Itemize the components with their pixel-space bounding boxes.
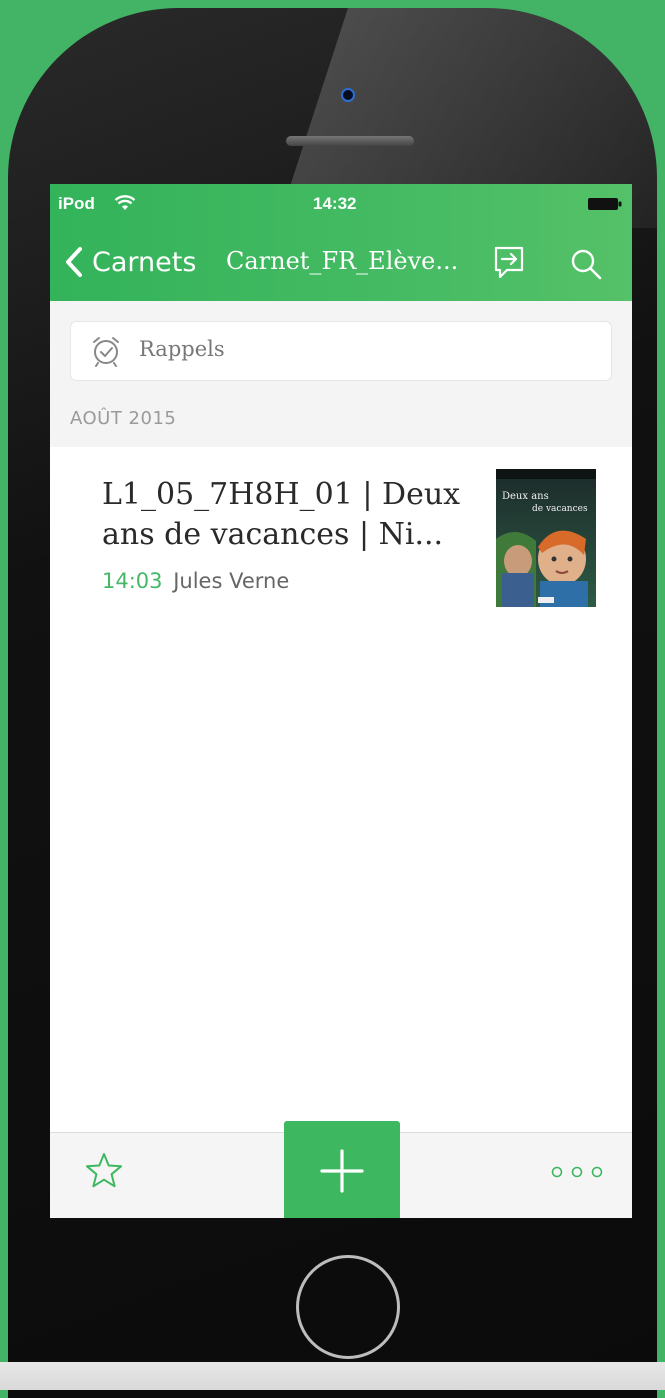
wifi-icon [114, 195, 136, 210]
nav-bar: Carnets Carnet_FR_Elève... [50, 224, 632, 301]
battery-icon [588, 198, 622, 210]
note-list-item[interactable]: L1_05_7H8H_01 | Deux ans de vacances | N… [50, 447, 632, 627]
star-icon[interactable] [84, 1151, 124, 1191]
note-time: 14:03 [102, 569, 163, 593]
app-header: iPod 14:32 Carnets Carnet_FR_Elève... [50, 184, 632, 301]
status-bar: iPod 14:32 [50, 184, 632, 224]
chevron-left-icon [66, 247, 82, 277]
back-button[interactable]: Carnets [64, 242, 196, 282]
earpiece-speaker [286, 136, 414, 146]
note-author: Jules Verne [173, 569, 290, 593]
notebook-title: Carnet_FR_Elève... [226, 247, 459, 275]
thumbnail-title-line2: de vacances [532, 504, 588, 514]
alarm-clock-icon [93, 337, 119, 367]
bottom-toolbar [50, 1121, 632, 1218]
front-camera [341, 88, 355, 102]
carrier-label: iPod [58, 194, 95, 213]
note-list: L1_05_7H8H_01 | Deux ans de vacances | N… [50, 447, 632, 1132]
status-time: 14:32 [313, 194, 357, 213]
back-label: Carnets [92, 246, 197, 278]
reminders-label: Rappels [139, 337, 225, 361]
new-note-button[interactable] [284, 1121, 400, 1218]
thumbnail-title-line1: Deux ans [502, 491, 549, 502]
plus-icon [320, 1149, 364, 1193]
note-title: L1_05_7H8H_01 | Deux ans de vacances | N… [102, 477, 461, 552]
search-icon[interactable] [568, 246, 604, 282]
app-screen: iPod 14:32 Carnets Carnet_FR_Elève... Ra… [50, 184, 632, 1218]
bottom-edge [0, 1362, 665, 1390]
section-header: AOÛT 2015 [70, 408, 177, 429]
note-thumbnail: Deux ans de vacances [496, 469, 596, 607]
reminders-button[interactable]: Rappels [70, 321, 612, 381]
share-icon[interactable] [492, 244, 528, 282]
home-button[interactable] [296, 1255, 400, 1359]
more-icon[interactable] [550, 1165, 604, 1179]
note-meta: 14:03 Jules Verne [102, 569, 289, 593]
